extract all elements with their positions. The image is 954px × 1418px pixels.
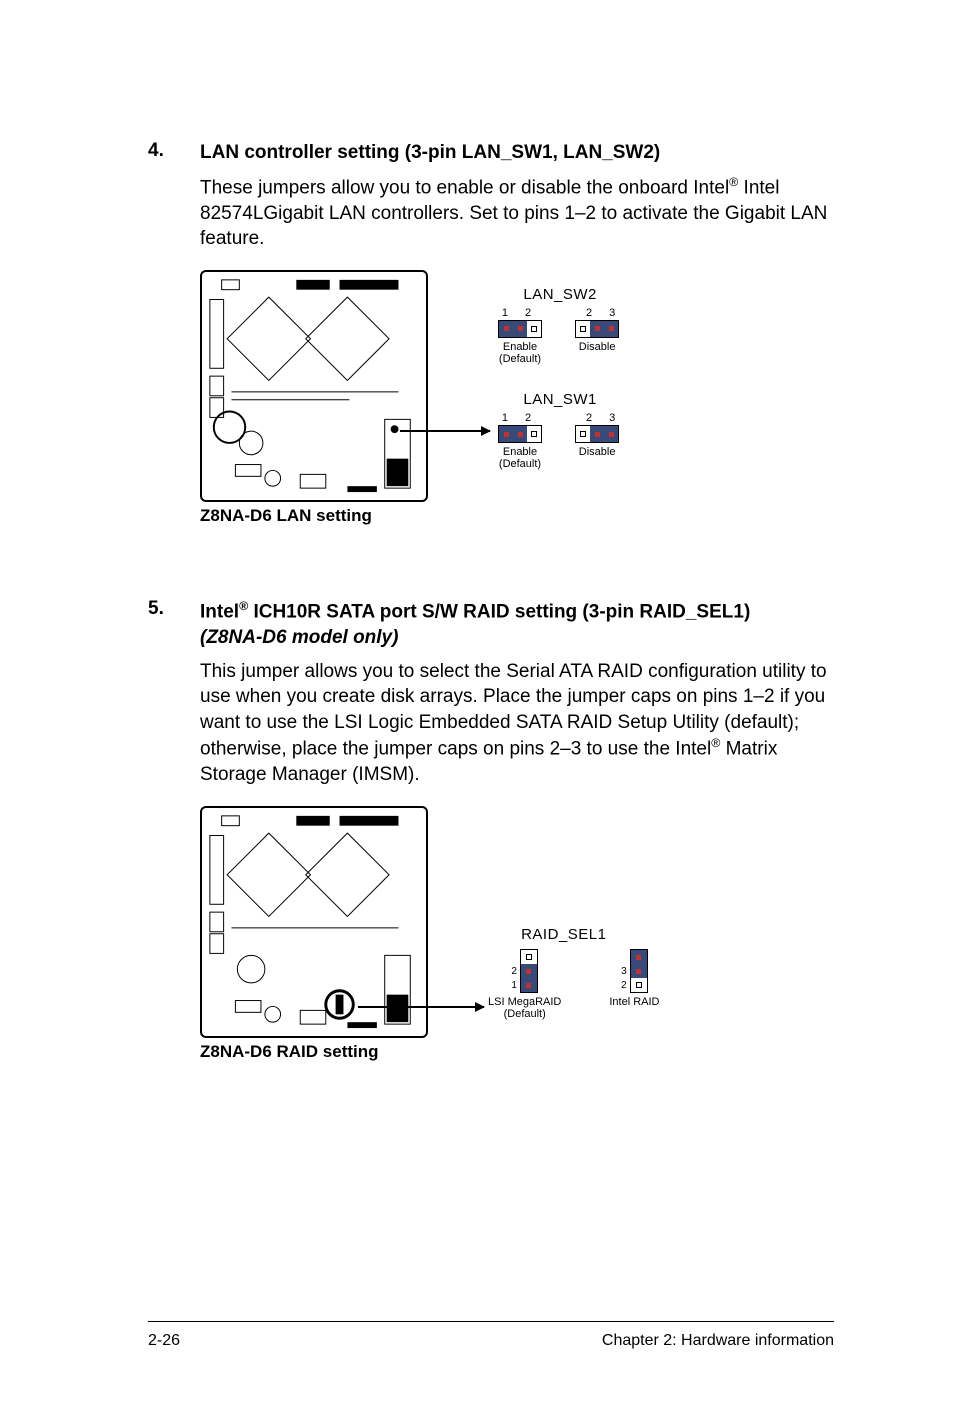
- board-svg: [202, 808, 426, 1036]
- arrow-icon: [358, 1006, 484, 1008]
- body-pre: These jumpers allow you to enable or dis…: [200, 177, 729, 198]
- chapter-label: Chapter 2: Hardware information: [602, 1332, 834, 1350]
- jumper-caption: Disable: [579, 446, 616, 458]
- motherboard-outline: [200, 806, 428, 1038]
- jumper-label: LAN_SW2: [498, 286, 622, 303]
- jumper-caption: Enable(Default): [499, 341, 541, 365]
- jumper-caption: LSI MegaRAID(Default): [488, 996, 561, 1020]
- registered-icon: ®: [711, 736, 720, 750]
- jumper-block: [498, 320, 542, 338]
- raid-diagram: Z8NA-D6 RAID setting RAID_SEL1 2 1: [200, 806, 834, 1062]
- jumper-caption: Intel RAID: [609, 996, 659, 1008]
- pin-numbers: 3 2: [621, 949, 627, 993]
- jumper-block: [520, 949, 538, 993]
- diagram-caption: Z8NA-D6 LAN setting: [200, 506, 428, 526]
- jumper-label: LAN_SW1: [498, 391, 622, 408]
- page-footer: 2-26 Chapter 2: Hardware information: [148, 1321, 834, 1350]
- section-body: This jumper allows you to select the Ser…: [200, 659, 834, 789]
- pin-numbers: 2 3: [572, 307, 622, 319]
- lan-jumper-column: LAN_SW2 1 2 Enable(Default) 2 3: [498, 270, 622, 470]
- pin-numbers: 2 3: [572, 412, 622, 424]
- pin-numbers: 2 1: [511, 949, 517, 993]
- section-body: These jumpers allow you to enable or dis…: [200, 174, 834, 252]
- jumper-label: RAID_SEL1: [468, 926, 660, 943]
- jumper-block: [575, 320, 619, 338]
- section-heading: Intel® ICH10R SATA port S/W RAID setting…: [200, 598, 750, 651]
- diagram-caption: Z8NA-D6 RAID setting: [200, 1042, 428, 1062]
- raid-jumper-column: RAID_SEL1 2 1: [488, 806, 660, 1020]
- jumper-block: [575, 425, 619, 443]
- registered-icon: ®: [239, 599, 248, 613]
- arrow-icon: [400, 430, 490, 432]
- board-svg: [202, 272, 426, 500]
- registered-icon: ®: [729, 175, 738, 189]
- jumper-block: [630, 949, 648, 993]
- lan-diagram: Z8NA-D6 LAN setting LAN_SW2 1 2 Enable(D…: [200, 270, 834, 526]
- jumper-block: [498, 425, 542, 443]
- heading-subtitle: (Z8NA-D6 model only): [200, 627, 398, 648]
- section-number: 5.: [148, 598, 200, 651]
- pin-numbers: 1 2: [502, 307, 538, 319]
- page-number: 2-26: [148, 1332, 180, 1350]
- pin-numbers: 1 2: [502, 412, 538, 424]
- motherboard-outline: [200, 270, 428, 502]
- section-heading: LAN controller setting (3-pin LAN_SW1, L…: [200, 140, 660, 166]
- section-number: 4.: [148, 140, 200, 166]
- jumper-caption: Enable(Default): [499, 446, 541, 470]
- jumper-caption: Disable: [579, 341, 616, 353]
